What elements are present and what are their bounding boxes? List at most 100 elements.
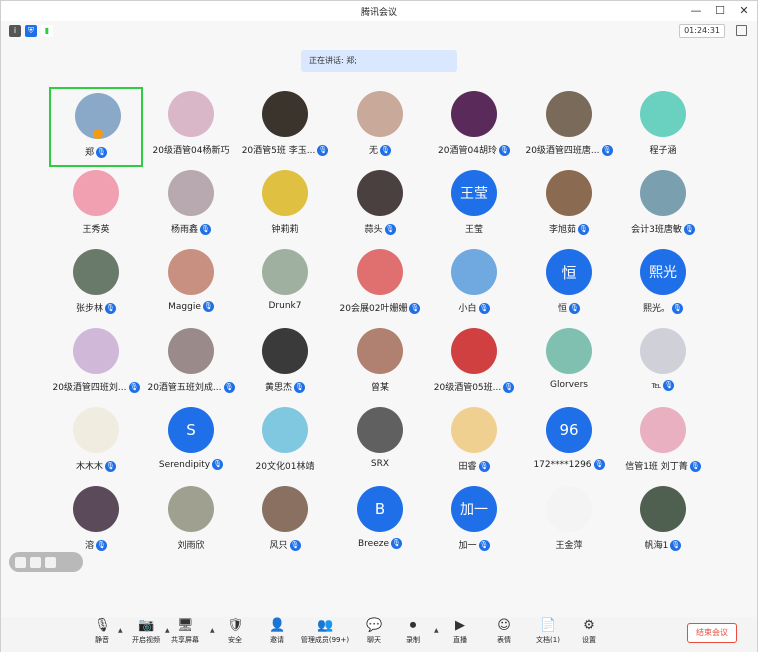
participant-tile[interactable]: 20级酒管04杨新巧 <box>144 87 238 167</box>
participant-tile[interactable]: 李旭茹 🎙 <box>522 166 616 246</box>
participant-tile[interactable]: 王莹 王莹 <box>427 166 521 246</box>
avatar <box>73 407 119 453</box>
participant-tile[interactable]: 20酒管5班 李玉... 🎙 <box>238 87 332 167</box>
participant-tile[interactable]: 王秀英 <box>49 166 143 246</box>
participant-tile[interactable]: 96 172****1296 🎙 <box>522 403 616 483</box>
avatar: 恒 <box>546 249 592 295</box>
speaker-view-icon[interactable] <box>30 556 41 568</box>
toolbar-label: 静音 <box>95 636 109 644</box>
end-meeting-button[interactable]: 结束会议 <box>687 623 737 643</box>
participant-tile[interactable]: 熙光 熙光。 🎙 <box>616 245 710 325</box>
participant-tile[interactable]: 风只 🎙 <box>238 482 332 562</box>
participant-tile[interactable]: 张步林 🎙 <box>49 245 143 325</box>
participant-tile[interactable]: 杨雨鑫 🎙 <box>144 166 238 246</box>
avatar <box>262 407 308 453</box>
participant-tile[interactable]: 20酒管五班刘成... 🎙 <box>144 324 238 404</box>
mic-icon: 🎙 <box>663 380 675 391</box>
avatar <box>640 486 686 532</box>
participant-tile[interactable]: 刘雨欣 <box>144 482 238 562</box>
participant-tile[interactable]: 溶 🎙 <box>49 482 143 562</box>
avatar <box>357 249 403 295</box>
close-icon[interactable]: ✕ <box>737 3 751 19</box>
invite-icon: 👤 <box>269 618 286 633</box>
participant-tile[interactable]: 程子涵 <box>616 87 710 167</box>
mic-icon: 🎙 <box>200 224 211 235</box>
participant-tile[interactable]: B Breeze 🎙 <box>333 482 427 562</box>
participant-tile[interactable]: Maggie 🎙 <box>144 245 238 325</box>
mic-icon: 🎙 <box>94 618 111 633</box>
participant-tile[interactable]: 曾某 <box>333 324 427 404</box>
toolbar-label: 表情 <box>497 636 511 644</box>
info-icon[interactable]: i <box>9 25 21 37</box>
participant-tile[interactable]: ℡ 🎙 <box>616 324 710 404</box>
caret-up-icon[interactable]: ▲ <box>165 627 170 634</box>
minimize-icon[interactable]: — <box>689 3 703 19</box>
participant-tile[interactable]: 20级酒管四班唐... 🎙 <box>522 87 616 167</box>
avatar <box>546 91 592 137</box>
title-bar: 腾讯会议 — ☐ ✕ <box>1 1 757 21</box>
avatar <box>546 486 592 532</box>
participant-tile[interactable]: 信管1班 刘丁菁 🎙 <box>616 403 710 483</box>
participant-name: 信管1班 刘丁菁 🎙 <box>625 461 701 472</box>
toolbar-members[interactable]: 👥 管理成员(99+) <box>298 619 352 645</box>
participant-name: 帆海1 🎙 <box>644 540 682 551</box>
fullscreen-icon[interactable] <box>736 25 747 36</box>
participant-tile[interactable]: S Serendipity 🎙 <box>144 403 238 483</box>
participant-tile[interactable]: 小白 🎙 <box>427 245 521 325</box>
participant-tile[interactable]: 20会展02叶姗姗 🎙 <box>333 245 427 325</box>
participant-tile[interactable]: 蒜头 🎙 <box>333 166 427 246</box>
avatar <box>640 407 686 453</box>
toolbar-label: 聊天 <box>367 636 381 644</box>
participant-name: 会计3班唐敏 🎙 <box>631 224 695 235</box>
avatar <box>168 328 214 374</box>
participant-tile[interactable]: 王金萍 <box>522 482 616 562</box>
participant-tile[interactable]: 加一 加一 🎙 <box>427 482 521 562</box>
toolbar-invite[interactable]: 👤 邀请 <box>250 619 304 645</box>
participant-tile[interactable]: 20酒管04胡玲 🎙 <box>427 87 521 167</box>
avatar: 96 <box>546 407 592 453</box>
participant-tile[interactable]: SRX <box>333 403 427 483</box>
signal-icon[interactable]: ▮ <box>41 25 53 37</box>
avatar <box>640 170 686 216</box>
grid-view-icon[interactable] <box>15 556 26 568</box>
participant-tile[interactable]: 20文化01林靖 <box>238 403 332 483</box>
participant-tile[interactable]: 无 🎙 <box>333 87 427 167</box>
mic-icon: 🎙 <box>391 538 402 549</box>
avatar: 王莹 <box>451 170 497 216</box>
participant-tile[interactable]: 木木木 🎙 <box>49 403 143 483</box>
participant-tile[interactable]: 20级酒管四班刘... 🎙 <box>49 324 143 404</box>
mic-icon: 🎙 <box>105 461 116 472</box>
window-controls: — ☐ ✕ <box>689 3 751 19</box>
avatar <box>451 91 497 137</box>
caret-up-icon[interactable]: ▲ <box>210 627 215 634</box>
maximize-icon[interactable]: ☐ <box>713 3 727 19</box>
toolbar-label: 文档(1) <box>536 636 560 644</box>
shield-icon[interactable]: ⛨ <box>25 25 37 37</box>
toolbar-label: 邀请 <box>270 636 284 644</box>
bottom-toolbar: 🎙 静音 📷 开启视频 🖥 共享屏幕 🛡 安全 👤 邀请 👥 管理成员(99+) 💬 聊天 ⏺ 录制 ▶ 直播 ☺ 表… <box>1 617 757 652</box>
participant-tile[interactable]: 帆海1 🎙 <box>616 482 710 562</box>
participant-tile[interactable]: 黄思杰 🎙 <box>238 324 332 404</box>
caret-up-icon[interactable]: ▲ <box>434 627 439 634</box>
participant-tile[interactable]: 田睿 🎙 <box>427 403 521 483</box>
participant-tile[interactable]: 会计3班唐敏 🎙 <box>616 166 710 246</box>
document-icon: 📄 <box>540 618 557 633</box>
view-switcher[interactable] <box>9 552 83 572</box>
mic-icon: 🎙 <box>202 301 214 312</box>
participant-tile[interactable]: 郑 🎙 <box>49 87 143 167</box>
participant-tile[interactable]: 钟莉莉 <box>238 166 332 246</box>
participant-tile[interactable]: Drunk7 <box>238 245 332 325</box>
participant-tile[interactable]: Glorvers <box>522 324 616 404</box>
avatar <box>640 328 686 374</box>
toolbar-gear[interactable]: ⚙ 设置 <box>562 619 616 645</box>
meeting-timer: 01:24:31 <box>679 24 725 38</box>
toolbar-label: 安全 <box>228 636 242 644</box>
list-view-icon[interactable] <box>45 556 56 568</box>
participant-tile[interactable]: 20级酒管05班... 🎙 <box>427 324 521 404</box>
toolbar-record[interactable]: ⏺ 录制 <box>386 619 440 645</box>
avatar <box>451 407 497 453</box>
avatar <box>640 91 686 137</box>
record-icon: ⏺ <box>409 618 417 633</box>
caret-up-icon[interactable]: ▲ <box>118 627 123 634</box>
participant-tile[interactable]: 恒恒 🎙 <box>522 245 616 325</box>
